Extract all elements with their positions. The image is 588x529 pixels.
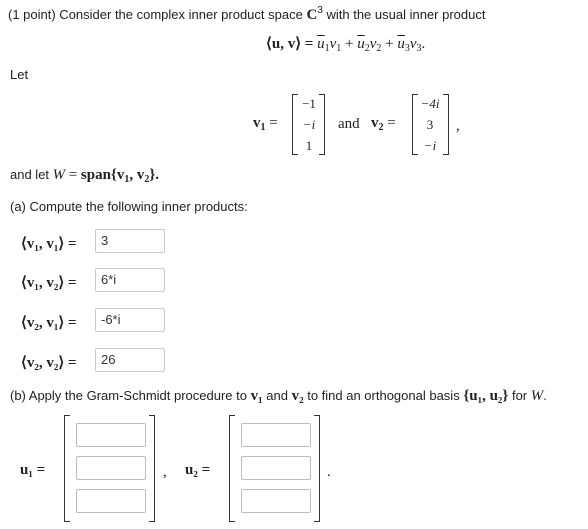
part-b-for: for — [511, 388, 528, 403]
ip-label-v1v2: ⟨v₁, v₂⟩ = — [21, 275, 77, 291]
conj-u1: u — [317, 36, 325, 52]
W-symbol: W — [52, 167, 66, 183]
ip-answer-v1v2[interactable]: 6*i — [95, 268, 165, 292]
complex-space-symbol: C — [306, 7, 318, 23]
intro-suffix: with the usual inner product — [326, 7, 486, 22]
ip-answer-v1v1[interactable]: 3 — [95, 229, 165, 253]
v1-subscript: 1 — [260, 122, 266, 133]
u1-comma: , — [163, 464, 167, 480]
inner-product-formula: ⟨u, v⟩ = u1v1 + u2v2 + u3v3. — [266, 34, 425, 54]
part-b-prefix: (b) Apply the Gram-Schmidt procedure to — [10, 388, 247, 403]
part-b-end: . — [543, 388, 547, 403]
u2-label: u₂ = — [185, 462, 211, 478]
u2-entry-3-input[interactable] — [241, 489, 311, 513]
let-label: Let — [10, 67, 29, 82]
part-b-W: W — [530, 388, 544, 404]
conj-u3: u — [397, 36, 405, 52]
v1-label: v1 = — [253, 115, 278, 133]
and-word: and — [338, 116, 360, 132]
formula-end: . — [421, 36, 426, 52]
part-b-mid: to find an orthogonal basis — [307, 388, 460, 403]
page: { "intro": { "prefix": "(1 point) Consid… — [0, 0, 588, 529]
u2-right-bracket — [314, 415, 320, 522]
span-line: and let W = span{v1, v2}. — [10, 167, 159, 185]
plus-1: + — [345, 36, 354, 52]
formula-lhs: ⟨u, v⟩ = — [266, 36, 314, 52]
v1-letter: v — [253, 115, 261, 131]
u1-entry-2-input[interactable] — [76, 456, 146, 480]
v3-term: v — [409, 36, 417, 52]
ip-answer-v2v2[interactable]: 26 — [95, 348, 165, 372]
span-mid: , v — [129, 167, 145, 183]
span-prefix: and let — [10, 167, 50, 182]
part-a-prompt: (a) Compute the following inner products… — [10, 199, 248, 214]
space-exponent: 3 — [317, 5, 323, 16]
intro-prefix: (1 point) Consider the complex inner pro… — [8, 7, 303, 22]
vectors-comma: , — [456, 118, 460, 134]
v2-entry-3: −i — [423, 138, 437, 153]
intro-line: (1 point) Consider the complex inner pro… — [8, 5, 485, 24]
ip-label-v1v1: ⟨v₁, v₁⟩ = — [21, 236, 77, 252]
part-b-basis: {u₁, u₂} — [463, 388, 509, 404]
ip-label-v2v1: ⟨v₂, v₁⟩ = — [21, 315, 77, 331]
u2-entry-2-input[interactable] — [241, 456, 311, 480]
span-open: span{v — [80, 167, 125, 183]
v1-equals: = — [269, 115, 278, 131]
part-b-and: and — [266, 388, 288, 403]
v2-entry-2: 3 — [426, 117, 434, 132]
sub-1b: 1 — [336, 43, 342, 54]
v1-entry-1: −1 — [302, 96, 316, 111]
v2-subscript: 2 — [378, 122, 384, 133]
v1-entry-2: −i — [302, 117, 316, 132]
u2-entry-1-input[interactable] — [241, 423, 311, 447]
u2-left-bracket — [229, 415, 235, 522]
part-b-v1: v₁ — [250, 388, 263, 404]
ip-label-v2v2: ⟨v₂, v₂⟩ = — [21, 355, 77, 371]
part-b-v2: v₂ — [291, 388, 304, 404]
conj-u2: u — [357, 36, 365, 52]
v2-entry-1: −4i — [420, 96, 440, 111]
span-equals: = — [68, 167, 78, 183]
part-b-prompt: (b) Apply the Gram-Schmidt procedure to … — [10, 388, 547, 405]
u1-right-bracket — [149, 415, 155, 522]
u1-label: u₁ = — [20, 462, 46, 478]
span-close: }. — [149, 167, 159, 183]
sub-2b: 2 — [376, 43, 382, 54]
u1-entry-3-input[interactable] — [76, 489, 146, 513]
u2-period: . — [327, 464, 331, 480]
u1-entry-1-input[interactable] — [76, 423, 146, 447]
u1-left-bracket — [64, 415, 70, 522]
v2-letter: v — [371, 115, 379, 131]
v2-label: v2 = — [371, 115, 396, 133]
plus-2: + — [385, 36, 394, 52]
ip-answer-v2v1[interactable]: -6*i — [95, 308, 165, 332]
v2-equals: = — [387, 115, 396, 131]
v1-entry-3: 1 — [305, 138, 313, 153]
